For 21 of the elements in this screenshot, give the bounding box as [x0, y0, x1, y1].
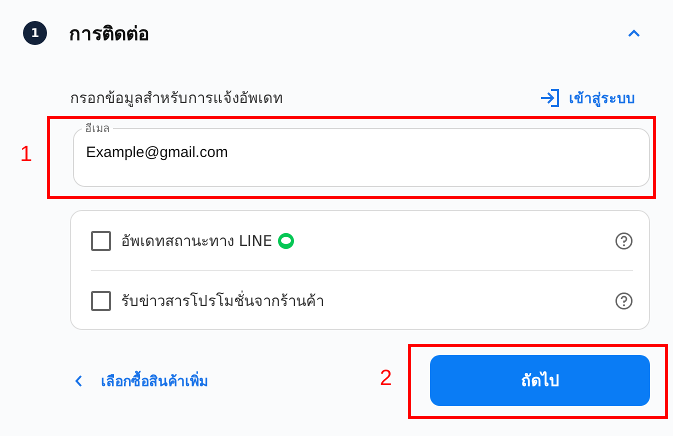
section-title: การติดต่อ	[69, 22, 150, 47]
field-label: อีเมล	[84, 121, 111, 136]
option-label: อัพเดทสถานะทาง LINE	[121, 230, 272, 252]
annotation-number: 2	[380, 364, 392, 390]
sign-in-icon	[539, 88, 561, 108]
help-icon[interactable]	[615, 292, 633, 310]
email-field[interactable]: อีเมล Example@gmail.com	[73, 121, 650, 187]
checkbox[interactable]	[91, 290, 111, 310]
next-button[interactable]: ถัดไป	[430, 355, 650, 406]
chevron-left-icon	[75, 374, 83, 386]
login-link[interactable]: เข้าสู่ระบบ	[539, 87, 635, 109]
option-label: รับข่าวสารโปรโมชั่นจากร้านค้า	[121, 290, 324, 312]
annotation-number: 1	[20, 141, 32, 167]
intro-text: กรอกข้อมูลสำหรับการแจ้งอัพเดท	[70, 88, 283, 109]
field-value: Example@gmail.com	[86, 144, 229, 161]
checkbox[interactable]	[91, 230, 111, 250]
help-icon[interactable]	[615, 232, 633, 250]
step-badge: 1	[23, 21, 47, 45]
back-link[interactable]: เลือกซื้อสินค้าเพิ่ม	[75, 370, 380, 392]
chat-bubble-icon	[278, 232, 294, 248]
chevron-up-icon[interactable]	[627, 28, 641, 38]
